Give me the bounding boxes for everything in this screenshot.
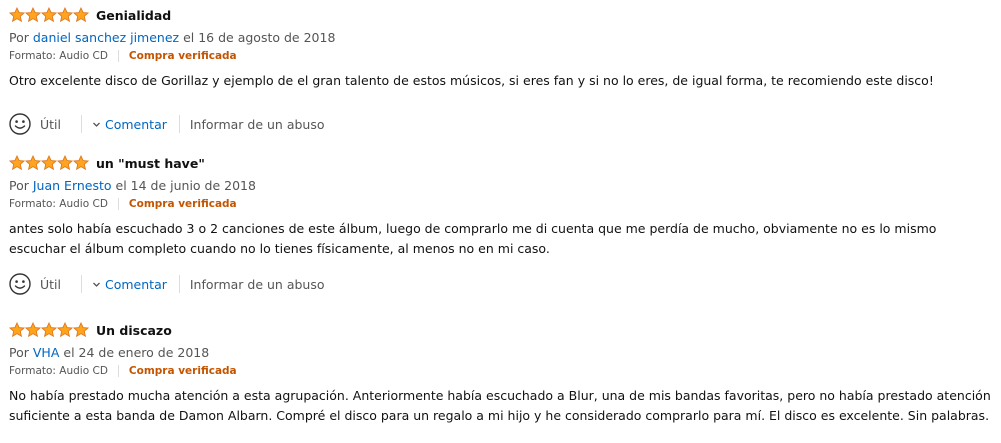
report-abuse-link[interactable]: Informar de un abuso: [190, 117, 325, 132]
comment-button[interactable]: Comentar: [92, 277, 167, 292]
star-icon: [9, 322, 25, 338]
star-icon: [73, 322, 89, 338]
by-prefix: Por: [9, 345, 29, 360]
format-label: Formato: Audio CD: [9, 364, 108, 377]
star-rating[interactable]: [9, 7, 89, 23]
divider: [178, 275, 180, 293]
star-icon: [9, 155, 25, 171]
star-icon: [57, 322, 73, 338]
review-date: el 16 de agosto de 2018: [183, 30, 336, 45]
star-icon: [41, 7, 57, 23]
verified-purchase-badge: Compra verificada: [128, 364, 237, 377]
divider: [178, 115, 180, 133]
review-3: Un discazo Por VHA el 24 de enero de 201…: [9, 320, 997, 426]
review-byline: Por Juan Ernesto el 14 de junio de 2018: [9, 177, 997, 194]
review-body: antes solo había escuchado 3 o 2 cancion…: [9, 221, 937, 256]
verified-purchase-badge: Compra verificada: [128, 49, 237, 62]
verified-purchase-badge: Compra verificada: [128, 197, 237, 210]
comment-label: Comentar: [105, 116, 167, 132]
star-icon: [57, 155, 73, 171]
star-icon: [25, 155, 41, 171]
author-link[interactable]: VHA: [33, 345, 60, 360]
comment-button[interactable]: Comentar: [92, 117, 167, 132]
review-title[interactable]: un "must have": [96, 156, 205, 171]
divider: [117, 197, 119, 210]
review-title-row: Genialidad: [9, 5, 997, 25]
by-prefix: Por: [9, 30, 29, 45]
chevron-down-icon: [93, 122, 100, 127]
review-meta: Formato: Audio CD Compra verificada: [9, 363, 997, 378]
review-byline: Por VHA el 24 de enero de 2018: [9, 344, 997, 361]
report-abuse-link[interactable]: Informar de un abuso: [190, 277, 325, 292]
smiley-icon[interactable]: [9, 273, 31, 295]
comment-label: Comentar: [105, 276, 167, 292]
helpful-button[interactable]: Útil: [40, 277, 61, 292]
star-icon: [25, 322, 41, 338]
review-actions: Útil Comentar Informar de un abuso: [9, 112, 997, 136]
review-title[interactable]: Genialidad: [96, 8, 171, 23]
star-icon: [41, 322, 57, 338]
star-icon: [57, 7, 73, 23]
author-link[interactable]: Juan Ernesto: [33, 178, 112, 193]
review-date: el 14 de junio de 2018: [115, 178, 256, 193]
star-rating[interactable]: [9, 155, 89, 171]
star-icon: [73, 155, 89, 171]
star-icon: [25, 7, 41, 23]
format-label: Formato: Audio CD: [9, 197, 108, 210]
review-date: el 24 de enero de 2018: [63, 345, 210, 360]
review-title-row: Un discazo: [9, 320, 997, 340]
divider: [117, 364, 119, 377]
star-icon: [41, 155, 57, 171]
star-icon: [9, 7, 25, 23]
review-title[interactable]: Un discazo: [96, 323, 172, 338]
smiley-icon[interactable]: [9, 113, 31, 135]
star-rating[interactable]: [9, 322, 89, 338]
author-link[interactable]: daniel sanchez jimenez: [33, 30, 179, 45]
review-body: No había prestado mucha atención a esta …: [9, 388, 991, 423]
review-body: Otro excelente disco de Gorillaz y ejemp…: [9, 73, 934, 88]
divider: [81, 275, 82, 293]
review-title-row: un "must have": [9, 153, 997, 173]
helpful-button[interactable]: Útil: [40, 117, 61, 132]
by-prefix: Por: [9, 178, 29, 193]
divider: [81, 115, 82, 133]
format-label: Formato: Audio CD: [9, 49, 108, 62]
review-meta: Formato: Audio CD Compra verificada: [9, 48, 997, 63]
review-meta: Formato: Audio CD Compra verificada: [9, 196, 997, 211]
divider: [117, 49, 119, 62]
review-2: un "must have" Por Juan Ernesto el 14 de…: [9, 153, 997, 296]
chevron-down-icon: [93, 282, 100, 287]
review-1: Genialidad Por daniel sanchez jimenez el…: [9, 5, 997, 136]
review-actions: Útil Comentar Informar de un abuso: [9, 272, 997, 296]
star-icon: [73, 7, 89, 23]
review-byline: Por daniel sanchez jimenez el 16 de agos…: [9, 29, 997, 46]
